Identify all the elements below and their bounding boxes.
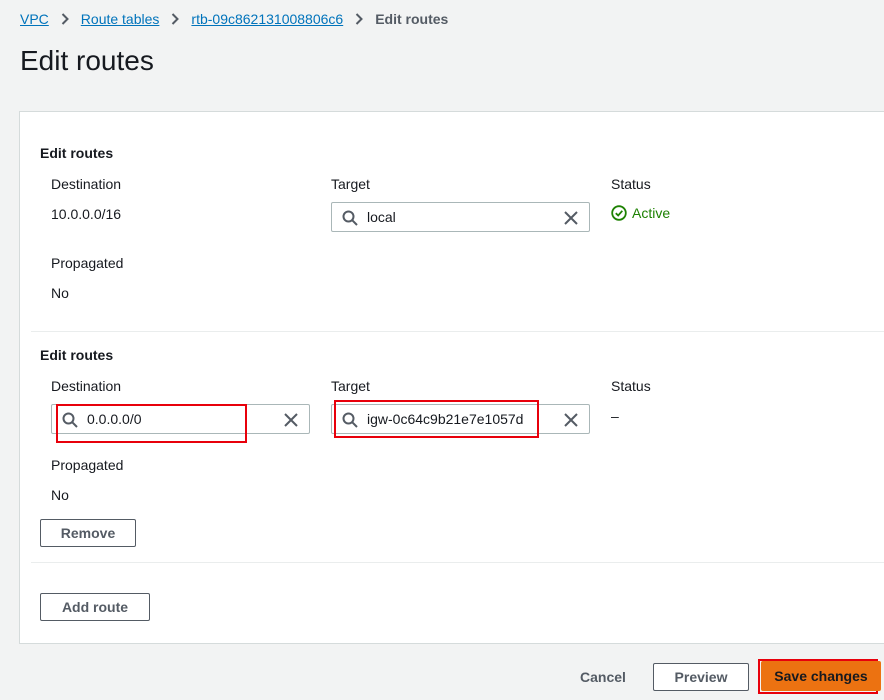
status-value: Active [632, 205, 671, 221]
clear-icon[interactable] [563, 412, 579, 428]
chevron-right-icon [171, 13, 180, 25]
target-label: Target [331, 378, 370, 394]
status-label: Status [611, 176, 651, 192]
clear-icon[interactable] [283, 412, 299, 428]
route-section-title: Edit routes [40, 347, 114, 363]
propagated-label: Propagated [51, 255, 124, 271]
status-label: Status [611, 378, 651, 394]
check-circle-icon [611, 205, 627, 221]
status-value: – [611, 408, 619, 424]
breadcrumb: VPC Route tables rtb-09c862131008806c6 E… [20, 10, 448, 28]
target-input[interactable]: local [331, 202, 590, 232]
chevron-right-icon [355, 13, 364, 25]
propagated-label: Propagated [51, 457, 124, 473]
remove-route-button[interactable]: Remove [40, 519, 136, 547]
search-icon [342, 210, 358, 226]
breadcrumb-link-vpc[interactable]: VPC [20, 11, 49, 27]
breadcrumb-link-route-table-id[interactable]: rtb-09c862131008806c6 [191, 11, 343, 27]
target-input-value: igw-0c64c9b21e7e1057d [367, 411, 524, 427]
add-route-button[interactable]: Add route [40, 593, 150, 621]
search-icon [342, 412, 358, 428]
destination-label: Destination [51, 378, 122, 394]
save-changes-button[interactable]: Save changes [761, 661, 881, 691]
routes-panel: Edit routes Destination 10.0.0.0/16 Targ… [19, 111, 884, 644]
target-label: Target [331, 176, 370, 192]
destination-input[interactable]: 0.0.0.0/0 [51, 404, 310, 434]
target-input[interactable]: igw-0c64c9b21e7e1057d [331, 404, 590, 434]
route-section-title: Edit routes [40, 145, 114, 161]
search-icon [62, 412, 78, 428]
edit-routes-page: VPC Route tables rtb-09c862131008806c6 E… [0, 0, 884, 700]
propagated-value: No [51, 285, 69, 301]
page-title: Edit routes [20, 45, 154, 76]
status-badge: Active [611, 205, 670, 221]
destination-value: 10.0.0.0/16 [51, 206, 122, 222]
chevron-right-icon [61, 13, 69, 25]
cancel-button[interactable]: Cancel [580, 669, 626, 685]
propagated-value: No [51, 487, 69, 503]
clear-icon[interactable] [563, 210, 579, 226]
breadcrumb-link-route-tables[interactable]: Route tables [81, 11, 160, 27]
preview-button[interactable]: Preview [653, 663, 749, 691]
destination-input-value: 0.0.0.0/0 [87, 411, 142, 427]
route-entry-internet-gateway: Edit routes Destination 0.0.0.0/0 Target… [31, 334, 884, 563]
route-entry-local: Edit routes Destination 10.0.0.0/16 Targ… [31, 132, 884, 332]
breadcrumb-current: Edit routes [375, 11, 449, 27]
destination-label: Destination [51, 176, 122, 192]
target-input-value: local [367, 209, 396, 225]
